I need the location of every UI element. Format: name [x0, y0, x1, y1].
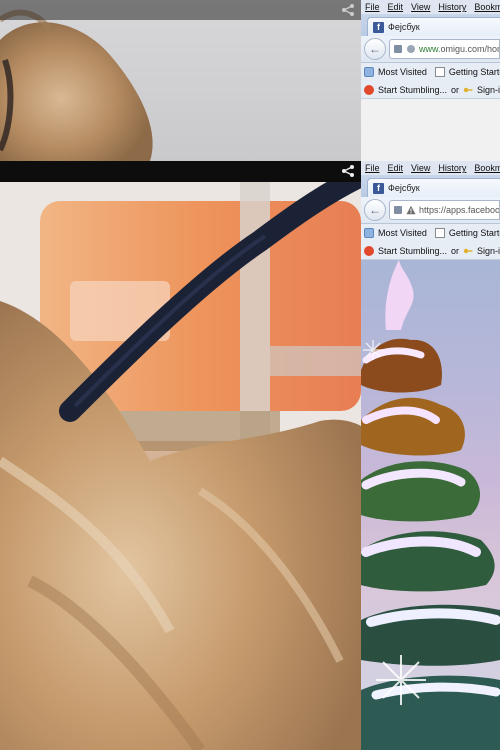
tab-strip: f Фејсбук: [361, 14, 500, 36]
sign-in-link[interactable]: Sign-in: [477, 246, 500, 256]
menu-file[interactable]: File: [365, 2, 380, 12]
stumbleupon-icon: [364, 245, 374, 256]
winter-tree-illustration: [361, 260, 500, 750]
share-icon[interactable]: [341, 164, 355, 178]
globe-icon: [407, 45, 415, 53]
menu-history[interactable]: History: [438, 2, 466, 12]
game-canvas[interactable]: [361, 260, 500, 750]
dog-ear-image: [0, 9, 153, 161]
photo-overlay-bar: [0, 161, 361, 182]
sign-in-link[interactable]: Sign-in: [477, 85, 500, 95]
menu-edit[interactable]: Edit: [388, 163, 404, 173]
back-button[interactable]: ←: [364, 38, 386, 60]
facebook-icon: f: [373, 21, 384, 33]
bookmark-most-visited[interactable]: Most Visited: [378, 67, 427, 77]
menu-view[interactable]: View: [411, 2, 430, 12]
facebook-icon: f: [373, 182, 384, 194]
menu-history[interactable]: History: [438, 163, 466, 173]
or-label: or: [451, 245, 460, 256]
bookmark-getting-started[interactable]: Getting Started: [449, 67, 500, 77]
photo-bottom: [0, 161, 361, 750]
tab-title: Фејсбук: [388, 183, 420, 193]
menu-bookmarks[interactable]: Bookmarks: [474, 163, 500, 173]
page-content-blank: [361, 99, 500, 161]
navigation-bar: ← https://apps.facebook.com: [361, 197, 500, 224]
tab-facebook[interactable]: f Фејсбук: [367, 178, 500, 197]
url-prefix: https://: [419, 205, 447, 215]
key-icon: [463, 87, 473, 92]
photo-overlay-bar: [0, 0, 361, 20]
start-stumbling-button[interactable]: Start Stumbling...: [378, 246, 447, 256]
menu-bar: File Edit View History Bookmarks: [361, 161, 500, 175]
menu-file[interactable]: File: [365, 163, 380, 173]
menu-bookmarks[interactable]: Bookmarks: [474, 2, 500, 12]
url-bar[interactable]: https://apps.facebook.com: [389, 200, 500, 220]
back-arrow-icon: ←: [369, 203, 381, 217]
or-label: or: [451, 84, 460, 95]
url-text: omigu.com/home: [440, 44, 499, 54]
share-icon[interactable]: [341, 3, 355, 17]
photo-top: [0, 0, 361, 161]
url-prefix: www.: [419, 44, 441, 54]
browser-window-bottom: File Edit View History Bookmarks f Фејсб…: [361, 161, 500, 750]
menu-view[interactable]: View: [411, 163, 430, 173]
tab-facebook[interactable]: f Фејсбук: [367, 17, 500, 36]
url-bar[interactable]: www.omigu.com/home: [389, 39, 500, 59]
tab-strip: f Фејсбук: [361, 175, 500, 197]
page-icon: [394, 206, 402, 214]
url-text: apps.facebook.com: [446, 205, 500, 215]
tab-title: Фејсбук: [388, 22, 420, 32]
browser-window-top: File Edit View History Bookmarks f Фејсб…: [361, 0, 500, 161]
stumbleupon-toolbar: Start Stumbling... or Sign-in: [361, 242, 500, 260]
warning-icon: [406, 205, 416, 215]
menu-bar: File Edit View History Bookmarks: [361, 0, 500, 14]
page-icon: [434, 228, 445, 238]
start-stumbling-button[interactable]: Start Stumbling...: [378, 85, 447, 95]
back-button[interactable]: ←: [364, 199, 386, 221]
bookmark-most-visited[interactable]: Most Visited: [378, 228, 427, 238]
page-icon: [394, 45, 402, 53]
bookmark-getting-started[interactable]: Getting Started: [449, 228, 500, 238]
menu-edit[interactable]: Edit: [388, 2, 404, 12]
bookmarks-toolbar: Most Visited Getting Started: [361, 224, 500, 242]
back-arrow-icon: ←: [369, 42, 381, 56]
key-icon: [463, 248, 473, 253]
snowflake-icon: [376, 655, 426, 705]
page-icon: [434, 67, 445, 77]
navigation-bar: ← www.omigu.com/home: [361, 36, 500, 63]
stumbleupon-toolbar: Start Stumbling... or Sign-in: [361, 81, 500, 99]
dog-with-leash-image: [0, 165, 361, 750]
most-visited-icon: [364, 67, 374, 77]
most-visited-icon: [364, 228, 374, 238]
bookmarks-toolbar: Most Visited Getting Started: [361, 63, 500, 81]
stumbleupon-icon: [364, 84, 374, 95]
